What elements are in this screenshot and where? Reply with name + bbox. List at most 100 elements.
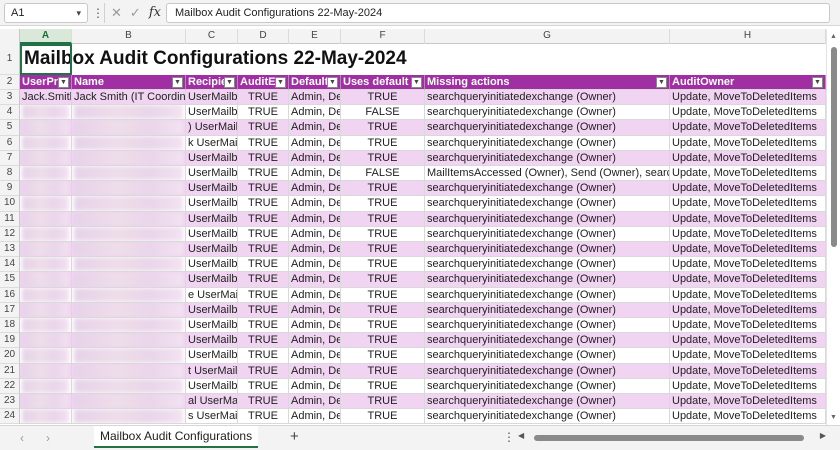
column-header-c[interactable]: C (186, 29, 238, 44)
vertical-scrollbar[interactable]: ▲ ▼ (826, 29, 840, 425)
cell-e[interactable]: Admin, De (289, 318, 341, 334)
cell-h[interactable]: Update, MoveToDeletedItems (670, 105, 826, 121)
row-header[interactable]: 12 (0, 226, 20, 242)
cell-f[interactable]: TRUE (341, 257, 425, 273)
cell-h[interactable]: Update, MoveToDeletedItems (670, 318, 826, 334)
cell-b[interactable] (72, 409, 186, 425)
cell-d[interactable]: TRUE (238, 166, 289, 182)
cell-g[interactable]: searchqueryinitiatedexchange (Owner) (425, 363, 670, 379)
column-header-g[interactable]: G (425, 29, 670, 44)
cell-e[interactable]: Admin, De (289, 363, 341, 379)
formula-input[interactable]: Mailbox Audit Configurations 22-May-2024 (166, 3, 830, 23)
table-header-cell[interactable]: AuditEr ▼ (238, 75, 289, 90)
cell-f[interactable]: TRUE (341, 333, 425, 349)
cell-f[interactable]: TRUE (341, 211, 425, 227)
row-header[interactable]: 16 (0, 287, 20, 303)
cell-b[interactable] (72, 348, 186, 364)
cell-h[interactable]: Update, MoveToDeletedItems (670, 333, 826, 349)
table-header-cell[interactable]: Missing actions ▼ (425, 75, 670, 90)
cell-c[interactable]: UserMailb (186, 90, 238, 106)
table-header-cell[interactable]: Recipie ▼ (186, 75, 238, 90)
column-header-f[interactable]: F (341, 29, 425, 44)
cell-e[interactable]: Admin, De (289, 150, 341, 166)
cell-f[interactable]: TRUE (341, 272, 425, 288)
cell-d[interactable]: TRUE (238, 333, 289, 349)
cell-c[interactable]: UserMailb (186, 226, 238, 242)
cell-c[interactable]: UserMailb (186, 181, 238, 197)
previous-sheet-icon[interactable]: ‹ (20, 431, 24, 445)
tab-split-handle-icon[interactable]: ⋮ (503, 430, 515, 444)
row-header[interactable]: 13 (0, 242, 20, 258)
filter-dropdown-icon[interactable]: ▼ (411, 77, 422, 88)
cell-e[interactable]: Admin, De (289, 105, 341, 121)
cell-b[interactable] (72, 196, 186, 212)
cell-h[interactable]: Update, MoveToDeletedItems (670, 242, 826, 258)
cell-c[interactable]: s UserMailb (186, 409, 238, 425)
sheet-title[interactable]: Mailbox Audit Configurations 22-May-2024 (20, 44, 720, 75)
cell-d[interactable]: TRUE (238, 242, 289, 258)
row-header[interactable]: 24 (0, 409, 20, 425)
cell-h[interactable]: Update, MoveToDeletedItems (670, 166, 826, 182)
cell-e[interactable]: Admin, De (289, 287, 341, 303)
cell-b[interactable] (72, 257, 186, 273)
cell-f[interactable]: TRUE (341, 318, 425, 334)
cell-f[interactable]: TRUE (341, 150, 425, 166)
cell-d[interactable]: TRUE (238, 226, 289, 242)
cell-g[interactable]: searchqueryinitiatedexchange (Owner) (425, 211, 670, 227)
cell-h[interactable]: Update, MoveToDeletedItems (670, 409, 826, 425)
cell-c[interactable]: UserMailb (186, 257, 238, 273)
cell-f[interactable]: TRUE (341, 226, 425, 242)
cell-h[interactable]: Update, MoveToDeletedItems (670, 135, 826, 151)
cell-a[interactable] (20, 348, 72, 364)
cell-g[interactable]: searchqueryinitiatedexchange (Owner) (425, 90, 670, 106)
row-header[interactable]: 9 (0, 181, 20, 197)
cell-a[interactable] (20, 211, 72, 227)
cell-g[interactable]: searchqueryinitiatedexchange (Owner) (425, 135, 670, 151)
cell-b[interactable] (72, 226, 186, 242)
cell-e[interactable]: Admin, De (289, 196, 341, 212)
cell-f[interactable]: TRUE (341, 181, 425, 197)
filter-dropdown-icon[interactable]: ▼ (656, 77, 667, 88)
cell-d[interactable]: TRUE (238, 318, 289, 334)
cell-g[interactable]: searchqueryinitiatedexchange (Owner) (425, 196, 670, 212)
cell-f[interactable]: TRUE (341, 348, 425, 364)
cell-h[interactable]: Update, MoveToDeletedItems (670, 394, 826, 410)
cell-f[interactable]: TRUE (341, 363, 425, 379)
cell-e[interactable]: Admin, De (289, 409, 341, 425)
cell-e[interactable]: Admin, De (289, 226, 341, 242)
cell-e[interactable]: Admin, De (289, 378, 341, 394)
chevron-down-icon[interactable]: ▾ (76, 4, 81, 22)
cell-e[interactable]: Admin, De (289, 348, 341, 364)
cell-c[interactable]: k UserMailb (186, 135, 238, 151)
cell-f[interactable]: TRUE (341, 196, 425, 212)
vertical-scroll-thumb[interactable] (831, 47, 837, 247)
cell-a[interactable] (20, 409, 72, 425)
cell-c[interactable]: UserMailb (186, 302, 238, 318)
add-sheet-icon[interactable]: + (290, 428, 299, 445)
cell-d[interactable]: TRUE (238, 105, 289, 121)
filter-dropdown-icon[interactable]: ▼ (275, 77, 286, 88)
cell-g[interactable]: searchqueryinitiatedexchange (Owner) (425, 409, 670, 425)
cell-c[interactable]: t UserMailb (186, 363, 238, 379)
cell-g[interactable]: searchqueryinitiatedexchange (Owner) (425, 257, 670, 273)
sheet-tab-mailbox-audit[interactable]: Mailbox Audit Configurations (94, 426, 259, 448)
row-header[interactable]: 22 (0, 378, 20, 394)
cell-a[interactable] (20, 181, 72, 197)
cell-e[interactable]: Admin, De (289, 166, 341, 182)
select-all-corner[interactable] (0, 29, 20, 44)
cell-a[interactable] (20, 378, 72, 394)
table-header-cell[interactable]: Name ▼ (72, 75, 186, 90)
cell-b[interactable] (72, 120, 186, 136)
cell-a[interactable] (20, 257, 72, 273)
cell-e[interactable]: Admin, De (289, 242, 341, 258)
cell-d[interactable]: TRUE (238, 302, 289, 318)
cell-a[interactable] (20, 272, 72, 288)
cell-f[interactable]: TRUE (341, 287, 425, 303)
cell-b[interactable] (72, 363, 186, 379)
column-header-d[interactable]: D (238, 29, 289, 44)
cell-b[interactable]: Jack Smith (IT Coordina (72, 90, 186, 106)
cell-c[interactable]: ) UserMailb (186, 120, 238, 136)
cell-e[interactable]: Admin, De (289, 181, 341, 197)
cell-b[interactable] (72, 333, 186, 349)
cell-c[interactable]: al UserMailb (186, 394, 238, 410)
